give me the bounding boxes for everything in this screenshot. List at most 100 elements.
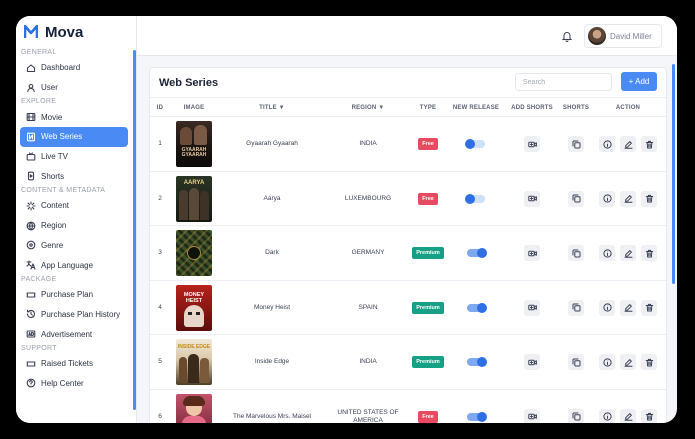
translate-icon xyxy=(26,260,36,270)
money-heist-poster[interactable]: MONEY HEIST xyxy=(176,284,212,331)
video-add-button[interactable] xyxy=(524,354,540,371)
sidebar-item-label: Region xyxy=(41,221,67,231)
avatar xyxy=(588,27,606,45)
cell-title: Gyaarah Gyaarah xyxy=(246,140,298,148)
info-button[interactable] xyxy=(599,136,615,153)
cell-new-release xyxy=(448,335,504,390)
sidebar-item-advertisement[interactable]: Advertisement xyxy=(20,324,128,344)
sidebar-item-live-tv[interactable]: Live TV xyxy=(20,147,128,167)
edit-button[interactable] xyxy=(620,354,636,371)
sidebar-item-raised-tickets[interactable]: Raised Tickets xyxy=(20,354,128,374)
tv-icon xyxy=(26,152,36,162)
info-icon xyxy=(602,140,612,149)
info-button[interactable] xyxy=(599,245,615,262)
new-release-toggle[interactable] xyxy=(467,357,487,368)
search-input[interactable] xyxy=(515,73,612,91)
toggle-knob xyxy=(477,248,487,259)
copy-button[interactable] xyxy=(568,299,584,316)
trash-button[interactable] xyxy=(641,245,657,262)
table-row[interactable]: 6 The Marvelous Mrs. Maisel UNITED STATE… xyxy=(150,390,666,423)
trash-icon xyxy=(645,249,653,258)
maisel-poster[interactable] xyxy=(176,393,212,423)
info-button[interactable] xyxy=(599,354,615,371)
video-add-button[interactable] xyxy=(524,136,540,153)
col-new-release: NEW RELEASE xyxy=(452,105,500,111)
edit-button[interactable] xyxy=(620,245,636,262)
sidebar-item-user[interactable]: User xyxy=(20,78,128,98)
edit-icon xyxy=(624,195,632,204)
trash-icon xyxy=(645,195,653,203)
main-scrollbar[interactable] xyxy=(672,64,675,284)
video-add-button[interactable] xyxy=(524,299,540,316)
add-button[interactable]: + Add xyxy=(621,72,657,91)
edit-button[interactable] xyxy=(620,299,636,316)
cell-action xyxy=(596,390,660,423)
sidebar-item-movie[interactable]: Movie xyxy=(20,107,128,127)
cell-new-release xyxy=(448,117,504,172)
edit-button[interactable] xyxy=(620,190,636,207)
cell-action xyxy=(596,281,660,336)
copy-button[interactable] xyxy=(568,136,584,153)
video-add-button[interactable] xyxy=(524,408,540,423)
trash-button[interactable] xyxy=(641,354,657,371)
trash-button[interactable] xyxy=(641,190,657,207)
table-row[interactable]: 5 INSIDE EDGE Inside Edge INDIA Premium xyxy=(150,335,666,390)
cell-new-release xyxy=(448,281,504,336)
video-add-button[interactable] xyxy=(524,245,540,262)
bell-icon[interactable] xyxy=(561,30,573,42)
sidebar-item-help-center[interactable]: Help Center xyxy=(20,374,128,394)
table-row[interactable]: 3 Dark GERMANY Premium xyxy=(150,226,666,281)
sidebar-scrollbar[interactable] xyxy=(133,50,136,410)
trash-button[interactable] xyxy=(641,136,657,153)
sidebar-item-label: Live TV xyxy=(41,152,68,162)
user-menu[interactable]: David Miller xyxy=(584,24,662,48)
new-release-toggle[interactable] xyxy=(467,302,487,313)
cell-type: Free xyxy=(408,117,448,172)
new-release-toggle[interactable] xyxy=(465,139,485,150)
info-button[interactable] xyxy=(599,190,615,207)
cell-new-release xyxy=(448,226,504,281)
col-id: ID xyxy=(156,105,164,111)
sidebar-item-label: Dashboard xyxy=(41,63,81,73)
sidebar-item-region[interactable]: Region xyxy=(20,216,128,236)
home-icon xyxy=(26,63,36,73)
dark-poster[interactable] xyxy=(176,230,212,277)
copy-button[interactable] xyxy=(568,245,584,262)
inside-edge-poster[interactable]: INSIDE EDGE xyxy=(176,339,212,386)
copy-button[interactable] xyxy=(568,354,584,371)
col-title[interactable]: TITLE ▼ xyxy=(232,98,312,118)
new-release-toggle[interactable] xyxy=(467,411,487,422)
aarya-poster[interactable]: AARYA xyxy=(176,175,212,222)
info-button[interactable] xyxy=(599,299,615,316)
sidebar-item-purchase-plan-history[interactable]: Purchase Plan History xyxy=(20,305,128,325)
cell-shorts xyxy=(560,226,592,281)
brand[interactable]: Mova xyxy=(16,16,136,48)
info-button[interactable] xyxy=(599,408,615,423)
copy-button[interactable] xyxy=(568,408,584,423)
edit-button[interactable] xyxy=(620,408,636,423)
new-release-toggle[interactable] xyxy=(467,248,487,259)
sidebar-item-label: Shorts xyxy=(41,171,65,181)
copy-icon xyxy=(572,412,580,421)
col-region[interactable]: REGION ▼ xyxy=(330,98,406,118)
sidebar-item-shorts[interactable]: Shorts xyxy=(20,166,128,186)
sidebar-item-dashboard[interactable]: Dashboard xyxy=(20,58,128,78)
edit-button[interactable] xyxy=(620,136,636,153)
sidebar-item-app-language[interactable]: App Language xyxy=(20,255,128,275)
table-row[interactable]: 4 MONEY HEIST Money Heist SPAIN Premium xyxy=(150,281,666,336)
sidebar-item-web-series[interactable]: Web Series xyxy=(20,127,128,147)
gyaarah-poster[interactable]: GYAARAH GYAARAH xyxy=(176,121,212,168)
new-release-toggle[interactable] xyxy=(465,193,485,204)
trash-button[interactable] xyxy=(641,408,657,423)
sidebar-item-genre[interactable]: Genre xyxy=(20,236,128,256)
cell-id: 5 xyxy=(158,358,162,366)
cell-action xyxy=(596,117,660,172)
table-row[interactable]: 2 AARYA Aarya LUXEMBOURG Free xyxy=(150,172,666,226)
sidebar-item-purchase-plan[interactable]: Purchase Plan xyxy=(20,285,128,305)
trash-button[interactable] xyxy=(641,299,657,316)
cell-image xyxy=(174,390,214,423)
video-add-button[interactable] xyxy=(524,190,540,207)
copy-button[interactable] xyxy=(568,190,584,207)
table-row[interactable]: 1 GYAARAH GYAARAH Gyaarah Gyaarah INDIA … xyxy=(150,117,666,172)
sidebar-item-content[interactable]: Content xyxy=(20,196,128,216)
